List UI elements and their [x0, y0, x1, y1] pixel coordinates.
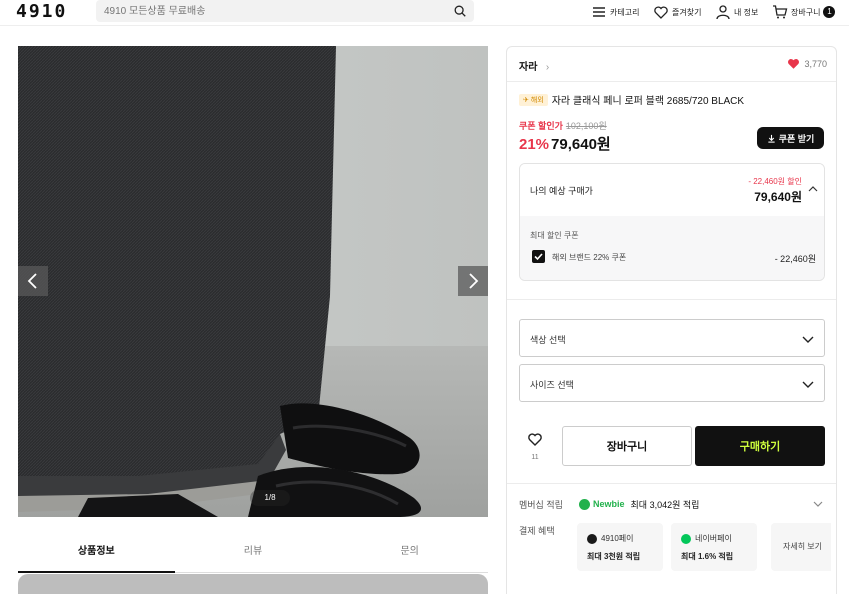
menu-icon	[593, 7, 605, 17]
payment-card-name: 네이버페이	[681, 533, 732, 544]
chevron-right-icon	[469, 273, 479, 289]
heart-outline-icon	[528, 433, 542, 446]
cart-icon	[773, 5, 788, 19]
nav-my-info[interactable]: 내 정보	[715, 0, 758, 24]
site-logo[interactable]: 4910	[16, 1, 67, 22]
divider	[507, 483, 836, 484]
coupon-detail: 최대 할인 쿠폰 해외 브랜드 22% 쿠폰 - 22,460원	[520, 216, 824, 280]
gallery-next-button[interactable]	[458, 266, 488, 296]
estimated-price-header[interactable]: 나의 예상 구매가 - 22,460원 할인 79,640원	[520, 164, 824, 216]
membership-tier: Newbie	[579, 498, 625, 510]
color-select-label: 색상 선택	[530, 335, 566, 345]
like-count[interactable]: 3,770	[787, 57, 827, 70]
tab-inquiry[interactable]: 문의	[331, 537, 488, 572]
chevron-down-icon	[802, 336, 814, 343]
nav-cart[interactable]: 장바구니 1	[772, 0, 836, 24]
like-count-value: 3,770	[804, 58, 827, 69]
overseas-badge: ✈ 해외	[519, 93, 548, 106]
payment-card-value: 최대 3천원 적립	[587, 552, 641, 561]
chevron-right-icon: ›	[545, 62, 550, 73]
cart-count-badge: 1	[823, 6, 836, 18]
user-icon	[716, 5, 730, 20]
product-tabs: 상품정보 리뷰 문의	[18, 537, 488, 573]
add-to-cart-button[interactable]: 장바구니	[562, 426, 692, 466]
coupon-checkbox[interactable]	[532, 250, 545, 263]
product-title: 자라 클래식 페니 로퍼 블랙 2685/720 BLACK	[551, 96, 745, 107]
search-input[interactable]	[104, 3, 444, 19]
get-coupon-button[interactable]: 쿠폰 받기	[757, 127, 824, 149]
wishlist-count: 11	[531, 454, 539, 461]
gallery-prev-button[interactable]	[18, 266, 48, 296]
product-image-gallery[interactable]: 1/8	[18, 46, 488, 517]
tab-product-info[interactable]: 상품정보	[18, 537, 175, 573]
newbie-icon	[579, 498, 590, 510]
coupon-price-label: 쿠폰 할인가 102,100원	[519, 121, 607, 131]
payment-card-naverpay[interactable]: 네이버페이 최대 1.6% 적립	[671, 523, 757, 571]
4910pay-icon	[587, 533, 597, 544]
coupon-name: 해외 브랜드 22% 쿠폰	[552, 253, 627, 262]
coupon-amount: - 22,460원	[774, 254, 816, 264]
size-select-label: 사이즈 선택	[530, 380, 574, 390]
chevron-down-icon	[813, 501, 823, 507]
brand-link[interactable]: 자라	[519, 62, 537, 73]
size-select[interactable]: 사이즈 선택	[519, 364, 825, 402]
price-row: 21% 79,640원	[519, 133, 611, 154]
brand-row: 자라 › 3,770	[519, 57, 827, 74]
membership-row[interactable]: 멤버십 적립 Newbie 최대 3,042원 적립	[519, 497, 827, 511]
chevron-up-icon[interactable]	[808, 184, 818, 194]
naverpay-icon	[681, 533, 691, 544]
payment-card-name: 4910페이	[587, 533, 634, 544]
discount-percent: 21%	[519, 136, 550, 153]
nav-cart-label: 장바구니	[791, 7, 821, 17]
nav-category-label: 카테고리	[610, 7, 640, 17]
heart-outline-icon	[654, 6, 668, 19]
sale-price: 79,640원	[551, 136, 611, 153]
buy-now-button[interactable]: 구매하기	[695, 426, 825, 466]
payment-card-4910pay[interactable]: 4910페이 최대 3천원 적립	[577, 523, 663, 571]
nav-my-info-label: 내 정보	[734, 7, 759, 17]
heart-filled-icon	[788, 59, 800, 69]
wishlist-button[interactable]: 11	[519, 427, 551, 467]
search-icon[interactable]	[453, 4, 467, 18]
estimated-discount: - 22,460원 할인	[748, 177, 802, 186]
product-title-row: ✈ 해외 자라 클래식 페니 로퍼 블랙 2685/720 BLACK	[519, 92, 744, 107]
nav-favorites[interactable]: 즐겨찾기	[653, 0, 701, 24]
estimated-price: 79,640원	[754, 190, 802, 204]
chevron-down-icon	[802, 381, 814, 388]
color-select[interactable]: 색상 선택	[519, 319, 825, 357]
original-price: 102,100원	[565, 121, 607, 131]
tab-reviews[interactable]: 리뷰	[175, 537, 332, 572]
divider	[507, 81, 836, 82]
membership-text: 최대 3,042원 적립	[630, 499, 700, 510]
estimated-price-label: 나의 예상 구매가	[530, 186, 593, 196]
top-header: 4910 카테고리 즐겨찾기 내 정보 장바구니 1	[0, 0, 849, 26]
estimated-price-box: 나의 예상 구매가 - 22,460원 할인 79,640원 최대 할인 쿠폰 …	[519, 163, 825, 281]
nav-favorites-label: 즐겨찾기	[672, 7, 702, 17]
search-bar[interactable]	[96, 0, 474, 22]
divider	[507, 299, 836, 300]
max-coupon-label: 최대 할인 쿠폰	[530, 231, 579, 240]
product-info-panel: 자라 › 3,770 ✈ 해외 자라 클래식 페니 로퍼 블랙 2685/720…	[506, 46, 837, 594]
download-icon	[768, 134, 775, 143]
payment-more-button[interactable]: 자세히 보기	[771, 523, 831, 571]
nav-category[interactable]: 카테고리	[591, 0, 639, 24]
check-icon	[534, 253, 543, 261]
product-photo	[18, 46, 422, 517]
payment-card-value: 최대 1.6% 적립	[681, 552, 734, 561]
chevron-left-icon	[27, 273, 37, 289]
membership-label: 멤버십 적립	[519, 499, 563, 510]
payment-benefit-label: 결제 혜택	[519, 526, 555, 536]
get-coupon-label: 쿠폰 받기	[778, 133, 815, 144]
product-detail-image	[18, 574, 488, 594]
gallery-page-indicator: 1/8	[250, 490, 290, 506]
